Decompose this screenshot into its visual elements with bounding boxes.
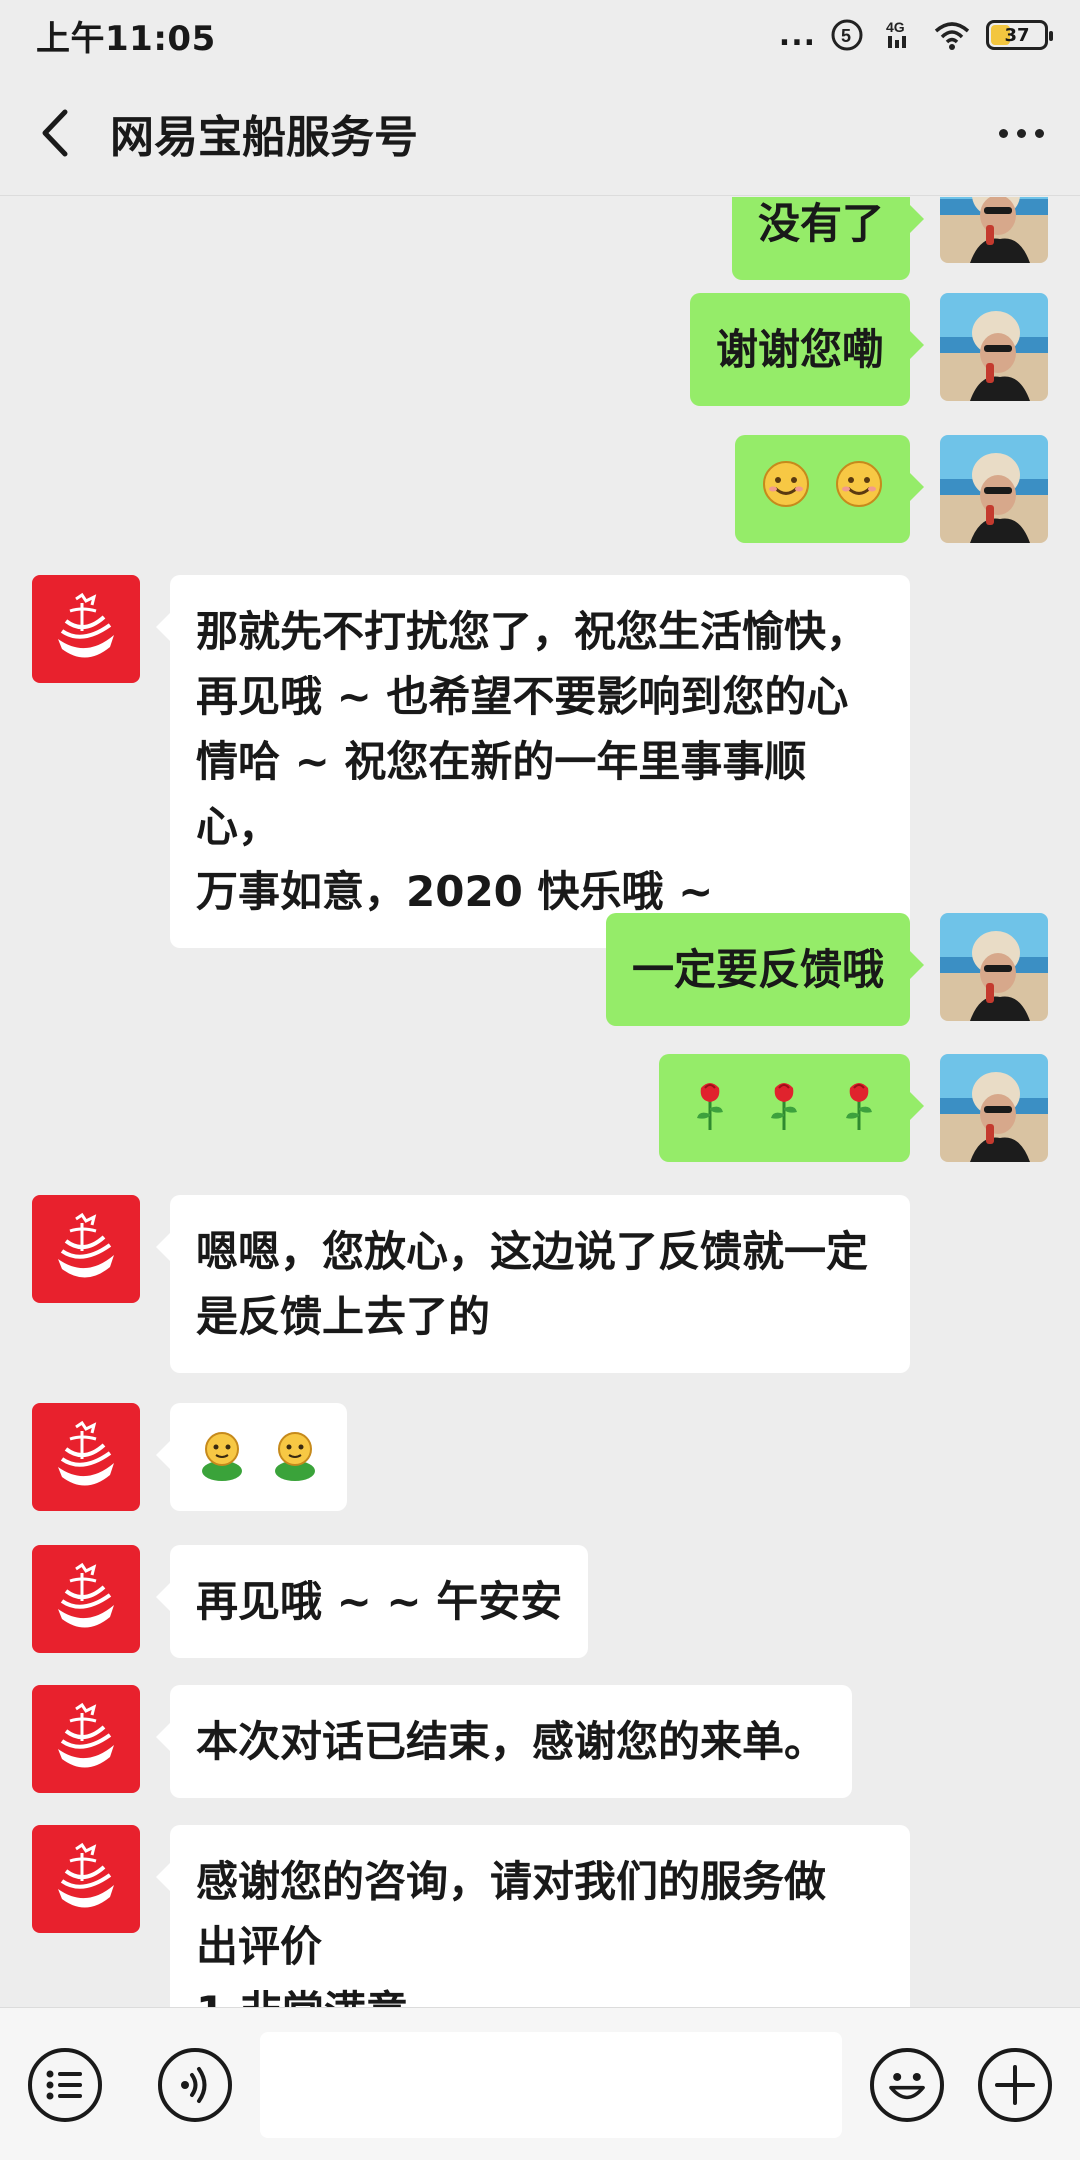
smiley-icon (889, 2072, 925, 2100)
smile-emoji-icon (834, 461, 884, 519)
status-bar: 上午11:05 ... 5 4G 37 (0, 0, 1080, 70)
message-row: 嗯嗯，您放心，这边说了反馈就一定 是反馈上去了的 (0, 1195, 1080, 1375)
little-man-emoji-icon (269, 1432, 321, 1491)
little-man-emoji-icon (196, 1432, 248, 1491)
message-row: 本次对话已结束，感谢您的来单。 (0, 1685, 1080, 1798)
chat-message-list[interactable]: 没有了 谢谢您嘞 那就先不打扰您了，祝您生活愉快， 再见哦 ~ 也希望不要影响到… (0, 197, 1080, 2007)
user-avatar[interactable] (940, 435, 1048, 543)
message-input[interactable] (260, 2032, 842, 2138)
title-bar: 网易宝船服务号 (0, 70, 1080, 196)
message-row: 那就先不打扰您了，祝您生活愉快， 再见哦 ~ 也希望不要影响到您的心 情哈 ~ … (0, 575, 1080, 948)
wifi-icon (932, 19, 972, 51)
message-row: 再见哦 ~ ~ 午安安 (0, 1545, 1080, 1658)
message-row (0, 435, 1080, 545)
notification-more-icon: ... (778, 17, 816, 53)
voice-button[interactable] (158, 2048, 232, 2122)
message-bubble[interactable]: 谢谢您嘞 (689, 293, 925, 406)
list-icon (46, 2070, 82, 2100)
more-options-button[interactable] (986, 100, 1056, 166)
5g-signal-icon: 5 (830, 18, 870, 52)
page-title: 网易宝船服务号 (110, 111, 418, 163)
message-bubble[interactable]: 嗯嗯，您放心，这边说了反馈就一定 是反馈上去了的 (156, 1195, 910, 1373)
user-avatar[interactable] (940, 293, 1048, 401)
message-bubble[interactable]: 那就先不打扰您了，祝您生活愉快， 再见哦 ~ 也希望不要影响到您的心 情哈 ~ … (156, 575, 910, 948)
battery-icon: 37 (986, 20, 1053, 50)
netease-boat-logo-avatar[interactable] (32, 1685, 140, 1793)
4g-signal-icon: 4G (884, 18, 918, 52)
plus-icon (995, 2065, 1035, 2105)
message-bubble[interactable]: 本次对话已结束，感谢您的来单。 (155, 1685, 853, 1798)
message-bubble[interactable]: 一定要反馈哦 (605, 913, 925, 1026)
menu-list-button[interactable] (28, 2048, 102, 2122)
netease-boat-logo-avatar[interactable] (32, 1195, 140, 1303)
netease-boat-logo-avatar[interactable] (32, 575, 140, 683)
more-functions-button[interactable] (978, 2048, 1052, 2122)
netease-boat-logo-avatar[interactable] (32, 1403, 140, 1511)
message-bubble[interactable]: 再见哦 ~ ~ 午安安 (155, 1545, 589, 1658)
status-time: 上午11:05 (36, 18, 216, 59)
emoji-bubble[interactable] (735, 435, 924, 543)
netease-boat-logo-avatar[interactable] (32, 1545, 140, 1653)
user-avatar[interactable] (940, 197, 1048, 263)
smile-emoji-icon (761, 461, 811, 519)
rose-emoji-icon (689, 1083, 731, 1142)
message-row: 没有了 (0, 197, 1080, 287)
message-row (0, 1403, 1080, 1513)
user-avatar[interactable] (940, 913, 1048, 1021)
message-row (0, 1054, 1080, 1164)
message-bubble[interactable]: 感谢您的咨询，请对我们的服务做 出评价 1 非常满意 (156, 1825, 910, 2007)
chevron-left-icon (42, 109, 68, 156)
more-dots-icon (998, 128, 1008, 138)
emoji-bubble[interactable] (156, 1403, 347, 1511)
message-row: 谢谢您嘞 (0, 293, 1080, 406)
message-row: 感谢您的咨询，请对我们的服务做 出评价 1 非常满意 (0, 1825, 1080, 2007)
svg-text:5: 5 (841, 26, 851, 46)
emoji-button[interactable] (870, 2048, 944, 2122)
rose-emoji-icon (838, 1083, 880, 1142)
message-row: 一定要反馈哦 (0, 913, 1080, 1026)
user-avatar[interactable] (940, 1054, 1048, 1162)
svg-text:4G: 4G (886, 19, 905, 35)
emoji-bubble[interactable] (658, 1054, 925, 1162)
input-bar (0, 2007, 1080, 2160)
message-bubble[interactable]: 没有了 (731, 197, 925, 280)
status-icons: ... 5 4G 37 (778, 17, 1053, 53)
voice-icon (181, 2067, 207, 2103)
netease-boat-logo-avatar[interactable] (32, 1825, 140, 1933)
rose-emoji-icon (763, 1083, 805, 1142)
back-button[interactable] (0, 70, 110, 196)
